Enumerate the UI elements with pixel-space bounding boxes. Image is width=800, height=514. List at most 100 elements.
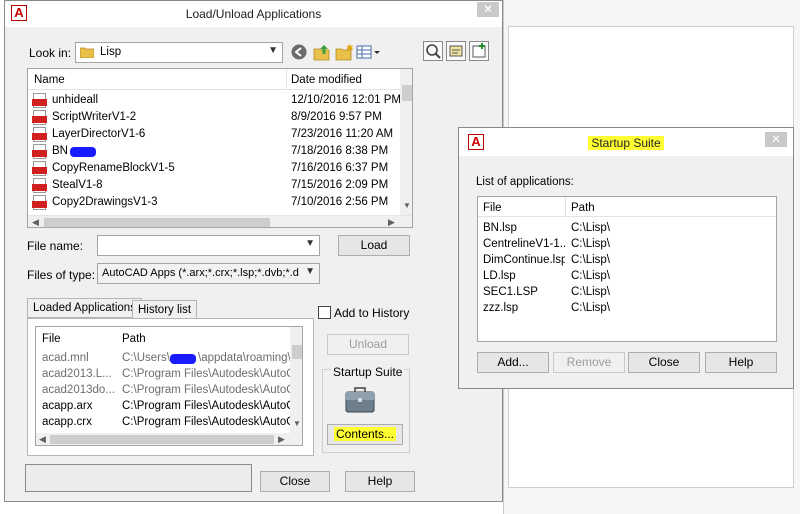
startup-suite-label: Startup Suite [331, 365, 405, 379]
lsp-file-icon [32, 93, 47, 108]
startup-path: C:\Lisp\ [571, 286, 610, 298]
view-menu-icon[interactable] [356, 43, 382, 61]
lsp-file-icon [32, 178, 47, 193]
hscroll-thumb[interactable] [50, 435, 274, 444]
add-to-history-checkbox[interactable] [318, 306, 331, 319]
up-folder-icon[interactable] [312, 43, 332, 61]
file-list[interactable]: Name Date modified unhideall 12/10/2016 1… [27, 68, 413, 228]
list-item[interactable]: StealV1-8 7/15/2016 2:09 PM [28, 178, 400, 194]
startup-column-file[interactable]: File [483, 202, 502, 214]
startup-close-button[interactable]: Close [628, 352, 700, 373]
look-in-value: Lisp [100, 46, 122, 58]
startup-file: SEC1.LSP [483, 286, 538, 298]
loaded-file: acapp.arx [42, 400, 93, 412]
loaded-column-file[interactable]: File [42, 333, 61, 345]
add-favorite-icon[interactable] [469, 41, 489, 61]
loaded-path: C:\Program Files\Autodesk\AutoCA... [122, 368, 290, 380]
loaded-column-path[interactable]: Path [122, 333, 146, 345]
help-button[interactable]: Help [345, 471, 415, 492]
new-folder-icon[interactable]: ✱ [334, 43, 354, 61]
add-button[interactable]: Add... [477, 352, 549, 373]
scroll-thumb[interactable] [292, 345, 302, 359]
list-item[interactable]: LayerDirectorV1-6 7/23/2016 11:20 AM [28, 127, 400, 143]
list-item[interactable]: ScriptWriterV1-2 8/9/2016 9:57 PM [28, 110, 400, 126]
find-file-icon[interactable] [423, 41, 443, 61]
close-button-label: Close [279, 474, 311, 488]
file-date: 7/23/2016 11:20 AM [291, 128, 394, 140]
tab-loaded-applications[interactable]: Loaded Applications [27, 298, 142, 318]
table-row[interactable]: zzz.lsp C:\Lisp\ [478, 301, 776, 317]
startup-help-button[interactable]: Help [705, 352, 777, 373]
startup-file: CentrelineV1-1... [483, 238, 565, 250]
back-icon[interactable] [290, 43, 310, 61]
help-button-label: Help [367, 474, 393, 488]
scroll-down-icon[interactable]: ▼ [403, 201, 411, 210]
look-in-label: Look in: [29, 46, 72, 60]
column-header-name[interactable]: Name [34, 74, 65, 86]
hscroll-thumb[interactable] [44, 218, 270, 227]
list-item[interactable]: Copy2DrawingsV1-3 7/10/2016 2:56 PM [28, 195, 400, 211]
file-date: 7/16/2016 6:37 PM [291, 162, 389, 174]
scroll-left-icon[interactable]: ◀ [39, 434, 46, 445]
column-divider [565, 197, 566, 217]
load-button-label: Load [360, 238, 388, 252]
contents-button[interactable]: Contents... [327, 424, 403, 445]
unload-button[interactable]: Unload [327, 334, 409, 355]
locate-icon[interactable] [446, 41, 466, 61]
scroll-right-icon[interactable]: ▶ [278, 434, 285, 445]
look-in-combo[interactable]: Lisp ▼ [75, 42, 283, 63]
loaded-path-tail: \appdata\roaming\a... [198, 352, 290, 364]
chevron-down-icon: ▼ [305, 238, 315, 249]
startup-close-button-label: Close [648, 355, 680, 369]
table-row[interactable]: acapp.crx C:\Program Files\Autodesk\AutoC… [36, 415, 290, 431]
file-list-hscroll[interactable]: ◀ ▶ [28, 215, 412, 227]
add-button-label: Add... [497, 355, 529, 369]
scroll-thumb[interactable] [402, 85, 412, 101]
table-row[interactable]: SEC1.LSP C:\Lisp\ [478, 285, 776, 301]
close-icon[interactable]: ✕ [765, 132, 787, 147]
startup-path: C:\Lisp\ [571, 238, 610, 250]
list-item[interactable]: BN 7/18/2016 8:38 PM [28, 144, 400, 160]
files-of-type-value: AutoCAD Apps (*.arx;*.crx;*.lsp;*.dvb;*.… [102, 267, 299, 279]
table-row[interactable]: BN.lsp C:\Lisp\ [478, 221, 776, 237]
dialog-title: Load/Unload Applications [185, 7, 322, 21]
load-button[interactable]: Load [338, 235, 410, 256]
close-icon[interactable]: ✕ [477, 2, 499, 17]
startup-list-header: File Path [478, 197, 776, 217]
loaded-file: acapp.crx [42, 416, 92, 428]
file-list-vscroll[interactable]: ▼ [400, 69, 412, 215]
lsp-file-icon [32, 195, 47, 210]
startup-dialog-title-text: Startup Suite [588, 136, 664, 150]
startup-file: DimContinue.lsp [483, 254, 565, 266]
startup-column-path[interactable]: Path [571, 202, 595, 214]
close-button[interactable]: Close [260, 471, 330, 492]
file-name-input[interactable]: ▼ [97, 235, 320, 256]
startup-path: C:\Lisp\ [571, 254, 610, 266]
remove-button[interactable]: Remove [553, 352, 625, 373]
table-row[interactable]: LD.lsp C:\Lisp\ [478, 269, 776, 285]
startup-path: C:\Lisp\ [571, 270, 610, 282]
loaded-apps-list[interactable]: File Path acad.mnl C:\Users\ \appdata\roam… [35, 326, 303, 446]
list-item[interactable]: CopyRenameBlockV1-5 7/16/2016 6:37 PM [28, 161, 400, 177]
table-row[interactable]: CentrelineV1-1... C:\Lisp\ [478, 237, 776, 253]
scroll-left-icon[interactable]: ◀ [32, 217, 39, 227]
list-item[interactable]: unhideall 12/10/2016 12:01 PM [28, 93, 401, 109]
startup-help-button-label: Help [728, 355, 754, 369]
table-row[interactable]: acad2013do... C:\Program Files\Autodesk\A… [36, 383, 290, 399]
scroll-down-icon[interactable]: ▼ [293, 419, 301, 428]
table-row[interactable]: acad.mnl C:\Users\ \appdata\roaming\a... [36, 351, 290, 367]
file-name: LayerDirectorV1-6 [52, 128, 146, 140]
table-row[interactable]: acapp.arx C:\Program Files\Autodesk\AutoC… [36, 399, 290, 415]
table-row[interactable]: acad2013.L... C:\Program Files\Autodesk\A… [36, 367, 290, 383]
redaction-mark [170, 354, 196, 364]
startup-apps-list[interactable]: File Path BN.lsp C:\Lisp\ CentrelineV1-1..… [477, 196, 777, 342]
column-header-date-modified[interactable]: Date modified [291, 74, 362, 86]
loaded-hscroll[interactable]: ◀ ▶ [36, 433, 302, 445]
tab-history-list[interactable]: History list [132, 300, 198, 319]
loaded-vscroll[interactable]: ▼ [290, 327, 302, 433]
file-name: Copy2DrawingsV1-3 [52, 196, 158, 208]
scroll-right-icon[interactable]: ▶ [388, 217, 395, 227]
startup-dialog-title: Startup Suite [459, 136, 793, 150]
files-of-type-combo[interactable]: AutoCAD Apps (*.arx;*.crx;*.lsp;*.dvb;*.… [97, 263, 320, 284]
table-row[interactable]: DimContinue.lsp C:\Lisp\ [478, 253, 776, 269]
